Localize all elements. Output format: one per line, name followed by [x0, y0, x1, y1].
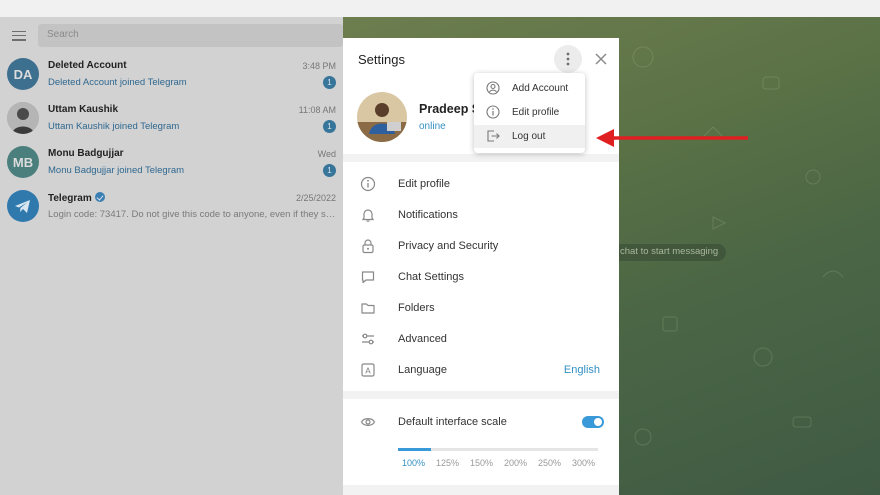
close-icon[interactable] [593, 51, 609, 67]
person-photo-icon [7, 102, 39, 134]
chat-name: Deleted Account [48, 60, 127, 71]
chat-time: 3:48 PM [302, 61, 336, 71]
unread-badge: 1 [323, 76, 336, 89]
hamburger-menu-icon[interactable] [12, 30, 26, 41]
settings-item-chat-settings[interactable]: Chat Settings [343, 262, 619, 293]
chat-preview: Monu Badgujjar joined Telegram [48, 165, 185, 176]
chat-item-deleted-account[interactable]: DA Deleted Account 3:48 PM Deleted Accou… [0, 54, 343, 98]
chat-time: 2/25/2022 [295, 193, 336, 203]
chat-preview: Deleted Account joined Telegram [48, 77, 187, 88]
search-row: Search [0, 17, 343, 54]
add-account-icon [486, 81, 500, 95]
settings-item-edit-profile[interactable]: Edit profile [343, 169, 619, 200]
settings-item-label: Advanced [398, 333, 447, 345]
unread-badge: 1 [323, 120, 336, 133]
unread-badge: 1 [323, 164, 336, 177]
scale-label: Default interface scale [398, 416, 507, 428]
settings-item-label: Edit profile [398, 178, 450, 190]
chat-item-telegram[interactable]: Telegram 2/25/2022 Login code: 73417. Do… [0, 186, 343, 230]
divider [343, 485, 619, 495]
eye-icon [360, 418, 376, 426]
language-icon: A [361, 363, 375, 377]
more-options-button[interactable] [554, 45, 582, 73]
verified-icon [94, 192, 105, 202]
avatar: DA [7, 58, 39, 90]
settings-item-notifications[interactable]: Notifications [343, 200, 619, 231]
info-icon [360, 176, 376, 192]
scale-option-300[interactable]: 300% [572, 458, 595, 468]
language-value: English [563, 364, 600, 376]
scale-option-100[interactable]: 100% [402, 458, 425, 468]
telegram-logo-icon [7, 190, 39, 222]
sliders-icon [362, 333, 374, 345]
settings-item-label: Language [398, 364, 447, 376]
chat-item-monu-badgujjar[interactable]: MB Monu Badgujjar Wed Monu Badgujjar joi… [0, 142, 343, 186]
avatar [7, 102, 39, 134]
profile-photo[interactable] [357, 92, 407, 142]
divider [343, 391, 619, 399]
dialog-title: Settings [358, 52, 405, 67]
chat-name: Telegram [48, 192, 105, 204]
chat-bubble-icon [361, 271, 375, 284]
chat-preview: Login code: 73417. Do not give this code… [48, 209, 338, 220]
folder-icon [361, 303, 375, 314]
settings-item-label: Notifications [398, 209, 458, 221]
more-options-menu: Add Account Edit profile Log out [474, 73, 585, 153]
menu-item-add-account[interactable]: Add Account [474, 77, 585, 100]
lock-icon [362, 239, 374, 254]
menu-item-label: Edit profile [512, 107, 560, 118]
menu-item-label: Add Account [512, 83, 569, 94]
scale-option-125[interactable]: 125% [436, 458, 459, 468]
avatar: MB [7, 146, 39, 178]
chat-name: Uttam Kaushik [48, 104, 119, 115]
settings-item-label: Folders [398, 302, 435, 314]
menu-item-label: Log out [512, 131, 546, 142]
profile-name: Pradeep S [419, 102, 481, 116]
scale-option-200[interactable]: 200% [504, 458, 527, 468]
more-vertical-icon [566, 52, 570, 66]
start-messaging-hint: chat to start messaging [612, 244, 727, 261]
profile-status: online [419, 121, 446, 132]
top-bar [0, 0, 880, 17]
bell-icon [361, 209, 375, 222]
settings-item-label: Privacy and Security [398, 240, 499, 252]
chat-time: Wed [317, 149, 336, 159]
chat-list-pane: Search DA Deleted Account 3:48 PM Delete… [0, 17, 343, 495]
settings-item-label: Chat Settings [398, 271, 465, 283]
menu-item-edit-profile[interactable]: Edit profile [474, 101, 585, 124]
chat-item-uttam-kaushik[interactable]: Uttam Kaushik 11:08 AM Uttam Kaushik joi… [0, 98, 343, 142]
settings-item-advanced[interactable]: Advanced [343, 324, 619, 355]
interface-scale-row[interactable]: Default interface scale [343, 407, 619, 438]
scale-option-250[interactable]: 250% [538, 458, 561, 468]
settings-item-privacy[interactable]: Privacy and Security [343, 231, 619, 262]
divider [343, 154, 619, 162]
scale-toggle[interactable] [582, 416, 604, 428]
settings-item-language[interactable]: A Language English [343, 355, 619, 386]
scale-option-150[interactable]: 150% [470, 458, 493, 468]
chat-preview: Uttam Kaushik joined Telegram [48, 121, 180, 132]
menu-item-log-out[interactable]: Log out [474, 125, 585, 148]
settings-item-folders[interactable]: Folders [343, 293, 619, 324]
scale-fill [398, 448, 431, 451]
svg-text:A: A [365, 367, 371, 376]
info-icon [486, 105, 500, 119]
chat-time: 11:08 AM [298, 105, 336, 115]
chat-name: Monu Badgujjar [48, 148, 124, 159]
logout-icon [487, 130, 500, 142]
search-input[interactable]: Search [38, 24, 343, 47]
annotation-arrow-icon [596, 129, 748, 147]
